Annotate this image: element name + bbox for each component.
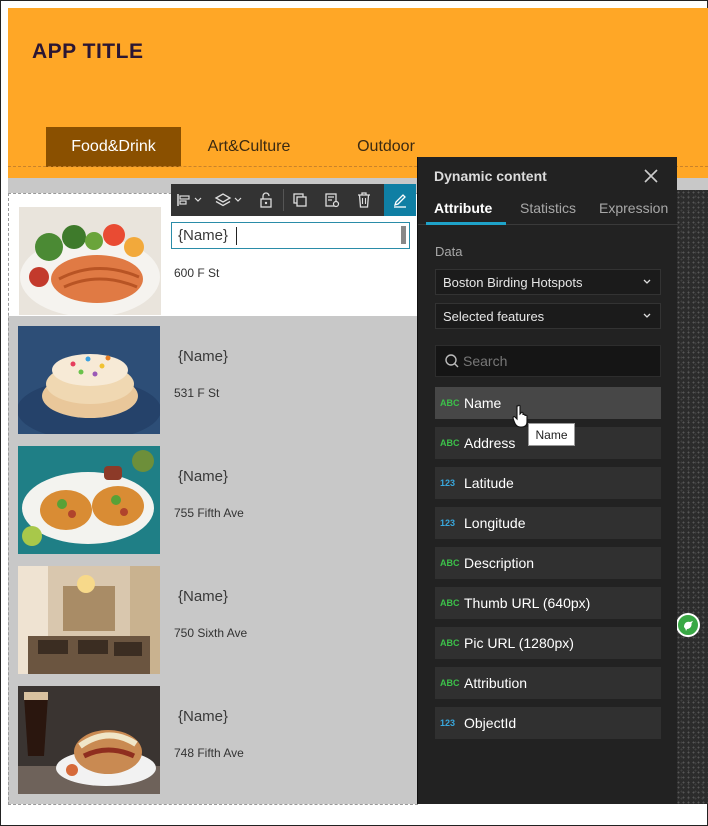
tab-food-drink[interactable]: Food&Drink xyxy=(46,127,181,167)
tab-expression[interactable]: Expression xyxy=(599,200,668,216)
field-name[interactable]: ABC Name xyxy=(435,387,661,419)
field-attribution[interactable]: ABC Attribution xyxy=(435,667,661,699)
string-type-badge: ABC xyxy=(440,438,460,448)
number-type-badge: 123 xyxy=(440,478,456,488)
field-objectid[interactable]: 123 ObjectId xyxy=(435,707,661,739)
hand-cursor-icon xyxy=(512,404,530,433)
string-type-badge: ABC xyxy=(440,678,460,688)
field-pic-url[interactable]: ABC Pic URL (1280px) xyxy=(435,627,661,659)
field-label: Latitude xyxy=(464,475,514,491)
selection-outline xyxy=(8,193,418,805)
data-source-value: Boston Birding Hotspots xyxy=(443,274,583,290)
data-label: Data xyxy=(435,244,463,259)
bird-marker-icon[interactable] xyxy=(676,613,700,637)
category-tabs: Food&Drink Art&Culture Outdoor xyxy=(46,127,455,167)
pencil-icon[interactable] xyxy=(384,184,416,216)
layers-icon[interactable] xyxy=(209,184,249,216)
field-description[interactable]: ABC Description xyxy=(435,547,661,579)
field-search-input[interactable]: Search xyxy=(435,345,661,377)
panel-tabs: Attribute Statistics Expression xyxy=(418,197,678,225)
edit-item-icon[interactable] xyxy=(316,184,348,216)
field-label: Address xyxy=(464,435,516,451)
string-type-badge: ABC xyxy=(440,598,460,608)
tab-art-culture[interactable]: Art&Culture xyxy=(181,127,317,167)
feature-scope-value: Selected features xyxy=(443,308,545,324)
field-label: Description xyxy=(464,555,535,571)
align-icon[interactable] xyxy=(171,184,209,216)
field-label: ObjectId xyxy=(464,715,517,731)
chevron-down-icon xyxy=(643,279,651,284)
feature-scope-select[interactable]: Selected features xyxy=(435,303,661,329)
map-view[interactable] xyxy=(676,190,708,804)
unlock-icon[interactable] xyxy=(249,184,283,216)
active-tab-indicator xyxy=(426,222,506,225)
widget-toolbar xyxy=(171,184,416,216)
dynamic-content-panel: Dynamic content Attribute Statistics Exp… xyxy=(417,157,678,804)
string-type-badge: ABC xyxy=(440,558,460,568)
delete-icon[interactable] xyxy=(348,184,380,216)
data-source-select[interactable]: Boston Birding Hotspots xyxy=(435,269,661,295)
string-type-badge: ABC xyxy=(440,398,460,408)
field-latitude[interactable]: 123 Latitude xyxy=(435,467,661,499)
app-title: APP TITLE xyxy=(32,40,144,63)
field-longitude[interactable]: 123 Longitude xyxy=(435,507,661,539)
field-label: Pic URL (1280px) xyxy=(464,635,574,651)
tab-statistics[interactable]: Statistics xyxy=(520,200,576,216)
close-icon[interactable] xyxy=(642,167,660,185)
number-type-badge: 123 xyxy=(440,518,456,528)
duplicate-icon[interactable] xyxy=(284,184,316,216)
tab-attribute[interactable]: Attribute xyxy=(434,200,492,216)
search-icon xyxy=(445,354,459,368)
field-label: Name xyxy=(464,395,502,411)
panel-title: Dynamic content xyxy=(434,168,547,184)
field-label: Longitude xyxy=(464,515,526,531)
chevron-down-icon xyxy=(643,313,651,318)
field-label: Attribution xyxy=(464,675,528,691)
field-label: Thumb URL (640px) xyxy=(464,595,591,611)
string-type-badge: ABC xyxy=(440,638,460,648)
search-placeholder: Search xyxy=(463,353,508,369)
app-header: APP TITLE Food&Drink Art&Culture Outdoor xyxy=(8,8,708,178)
field-thumb-url[interactable]: ABC Thumb URL (640px) xyxy=(435,587,661,619)
number-type-badge: 123 xyxy=(440,718,456,728)
field-tooltip: Name xyxy=(528,423,575,446)
